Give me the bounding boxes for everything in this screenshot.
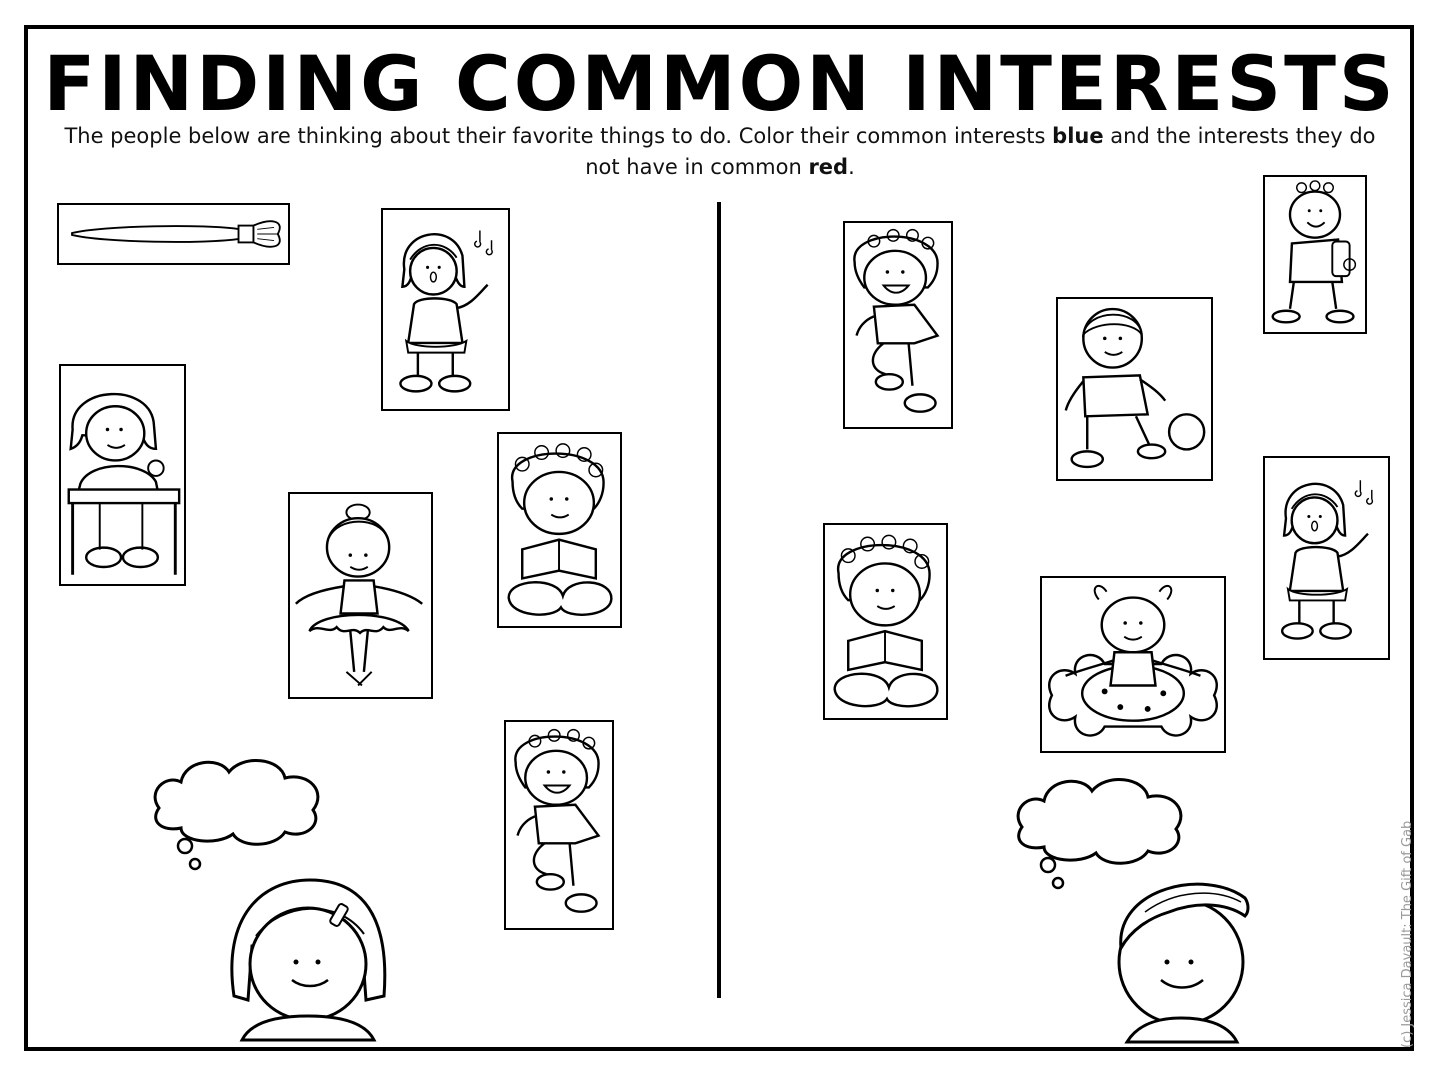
swimming-card[interactable]	[1040, 576, 1226, 753]
center-divider	[717, 202, 721, 998]
thought-bubble-left	[145, 752, 325, 872]
soccer-card[interactable]	[1056, 297, 1213, 481]
singing-card[interactable]	[381, 208, 510, 411]
paintbrush-icon	[71, 220, 281, 248]
paintbrush-card[interactable]	[57, 203, 290, 265]
thought-bubble-icon	[153, 759, 320, 871]
hiking-card[interactable]	[1263, 175, 1367, 334]
soccer-boy-icon	[1064, 307, 1206, 469]
dancing-boy-icon	[514, 728, 601, 913]
writing-card[interactable]	[59, 364, 186, 586]
instructions: The people below are thinking about thei…	[60, 121, 1380, 183]
instructions-blue-word: blue	[1052, 124, 1104, 148]
hiking-girl-icon	[1271, 180, 1357, 324]
girl-head-icon	[230, 878, 387, 1042]
copyright-credit: (c) Jessica Davault: The Gift of Gab	[1400, 820, 1415, 1048]
writing-girl-icon	[67, 392, 181, 575]
singing-girl-icon	[1280, 480, 1374, 640]
instructions-text-1: The people below are thinking about thei…	[64, 124, 1053, 148]
boy-head-icon	[1117, 882, 1250, 1044]
boy-person-right	[1105, 868, 1255, 1046]
dancing-card[interactable]	[504, 720, 614, 930]
ballet-girl-icon	[294, 503, 424, 687]
singing-card-right[interactable]	[1263, 456, 1390, 660]
reading-card-right[interactable]	[823, 523, 948, 720]
singing-girl-icon	[399, 230, 493, 393]
worksheet: FINDING COMMON INTERESTS The people belo…	[0, 0, 1440, 1080]
reading-boy-icon	[833, 534, 939, 708]
dancing-boy-icon	[853, 228, 940, 413]
ballet-card[interactable]	[288, 492, 433, 699]
reading-boy-icon	[507, 443, 613, 616]
girl-person-left	[222, 876, 392, 1046]
swimming-girl-icon	[1048, 584, 1218, 737]
dancing-card-right[interactable]	[843, 221, 953, 429]
page-title: FINDING COMMON INTERESTS	[43, 39, 1397, 128]
instructions-red-word: red	[808, 155, 849, 179]
instructions-text-3: .	[848, 155, 855, 179]
reading-card[interactable]	[497, 432, 622, 628]
